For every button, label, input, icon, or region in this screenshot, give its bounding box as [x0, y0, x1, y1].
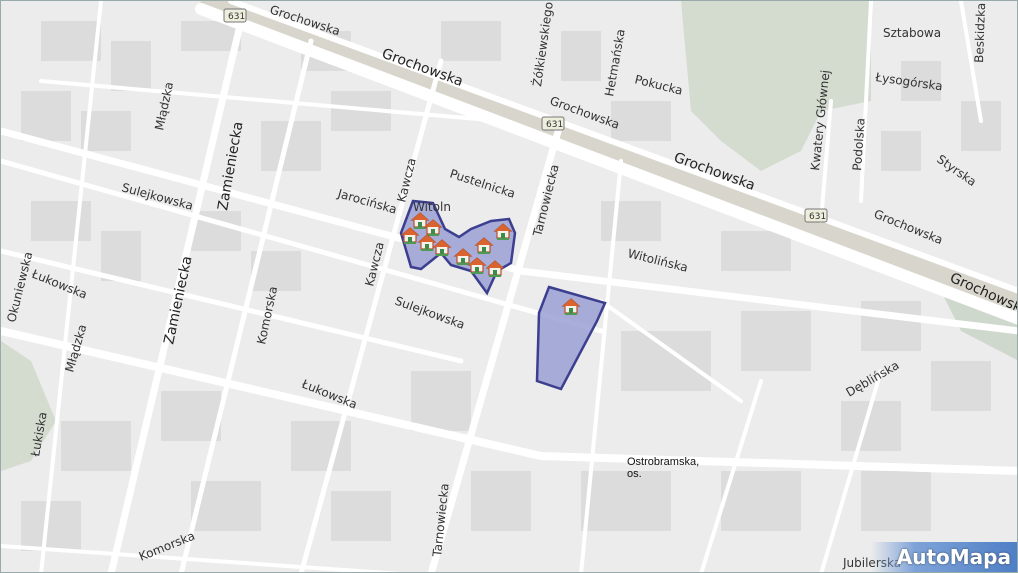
- street-label: Jarocińska: [335, 186, 398, 216]
- poi-label[interactable]: Ostrobramska, os.: [627, 456, 699, 480]
- street-label: Pustelnicka: [448, 167, 517, 201]
- street-label: Zamieniecka: [161, 255, 195, 346]
- street-label: Sulejkowska: [120, 180, 194, 212]
- map-canvas[interactable]: Grochowska Grochowska Grochowska Grochow…: [1, 1, 1018, 573]
- street-label: Hetmańska: [602, 28, 628, 98]
- street-label: Styrska: [934, 152, 979, 189]
- park-area: [681, 1, 871, 171]
- street-label: Beskidzka: [972, 2, 988, 63]
- street-label: Witolińska: [626, 246, 689, 274]
- map-view[interactable]: Grochowska Grochowska Grochowska Grochow…: [0, 0, 1018, 573]
- route-badge: 631: [804, 208, 828, 223]
- svg-text:631: 631: [546, 120, 563, 130]
- svg-text:631: 631: [228, 12, 245, 22]
- poi-label-line1: Ostrobramska,: [627, 456, 700, 468]
- street-label: Sulejkowska: [393, 294, 467, 332]
- street-label: Sztabowa: [883, 26, 941, 40]
- street-label: Podolska: [850, 118, 868, 172]
- street-label: Młądzka: [152, 81, 176, 132]
- route-badge: 631: [541, 116, 565, 131]
- street-label: Kawcza: [394, 157, 418, 204]
- automapa-logo: AutoMapa: [871, 542, 1017, 572]
- poi-label-line2: os.: [627, 468, 642, 480]
- street-label: Żółkiewskiego: [529, 1, 556, 87]
- svg-text:631: 631: [809, 212, 826, 222]
- street-label: Okuniewska: [4, 250, 35, 323]
- street-label: Pokucka: [633, 72, 684, 97]
- partial-street-label: Witoln: [413, 200, 451, 214]
- route-badge: 631: [223, 8, 247, 23]
